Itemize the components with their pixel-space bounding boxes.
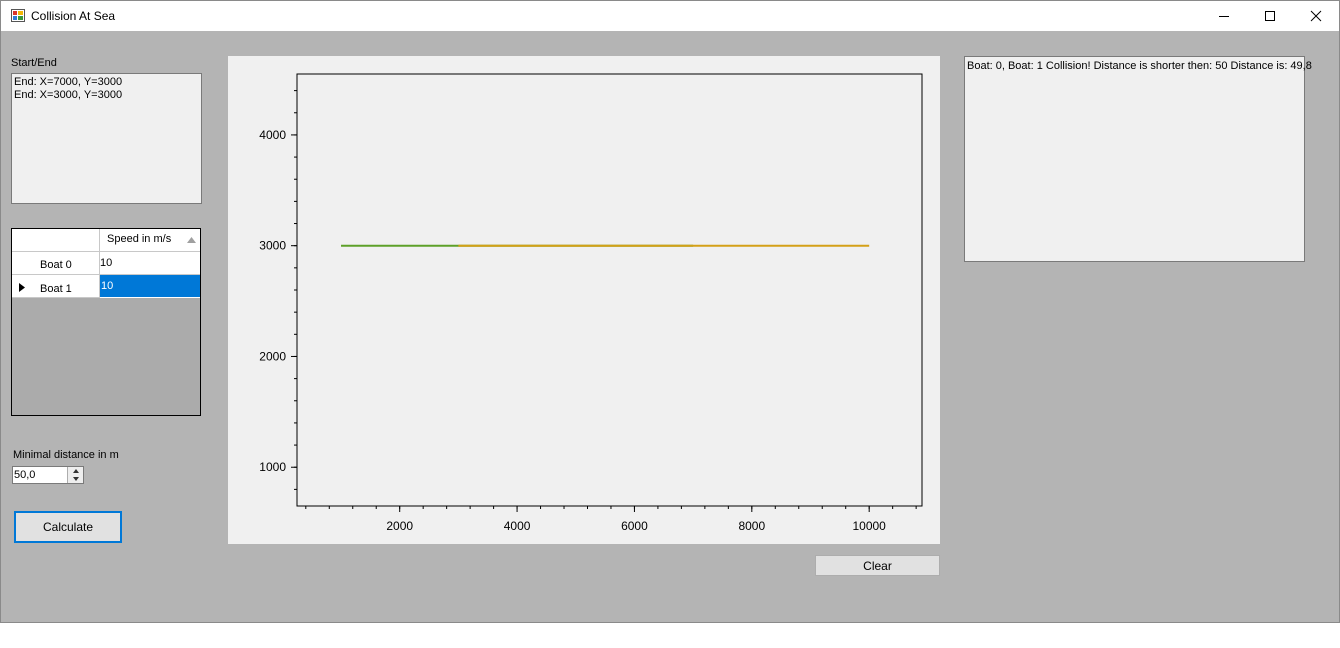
- spin-down-icon: [72, 477, 79, 481]
- main-window: Collision At Sea Start/End End: X=7000, …: [0, 0, 1340, 623]
- plot-area: [296, 73, 923, 507]
- y-tick-label: 1000: [259, 460, 286, 474]
- close-button[interactable]: [1293, 1, 1339, 31]
- speed-column-header-label: Speed in m/s: [107, 233, 172, 245]
- start-end-textbox[interactable]: End: X=7000, Y=3000 End: X=3000, Y=3000: [11, 73, 202, 204]
- spin-up-icon: [72, 469, 79, 473]
- min-distance-value: 50,0: [14, 469, 36, 481]
- grid-corner-header[interactable]: [12, 229, 100, 252]
- minimize-button[interactable]: [1201, 1, 1247, 31]
- speed-value: 10: [100, 257, 113, 269]
- sort-ascending-icon: [187, 237, 196, 243]
- minimize-icon: [1219, 16, 1229, 17]
- collision-log-textbox[interactable]: Boat: 0, Boat: 1 Collision! Distance is …: [964, 56, 1312, 262]
- current-row-indicator-icon: [19, 283, 25, 292]
- start-end-line: End: X=3000, Y=3000: [14, 89, 123, 101]
- speed-value: 10: [101, 280, 114, 292]
- collision-chart: 2000 4000 6000 8000 10000 1000 2000 3000 4000: [259, 73, 923, 533]
- min-distance-label: Minimal distance in m: [13, 449, 119, 461]
- title-bar: Collision At Sea: [1, 1, 1339, 31]
- maximize-button[interactable]: [1247, 1, 1293, 31]
- calculate-button[interactable]: Calculate: [14, 511, 122, 543]
- grid-header-row: Speed in m/s: [12, 229, 200, 252]
- speed-cell-boat-0[interactable]: 10: [100, 252, 200, 275]
- row-header-boat-0[interactable]: Boat 0: [12, 252, 100, 275]
- x-tick-label: 4000: [504, 519, 531, 533]
- grid-row-boat-0[interactable]: Boat 0 10: [12, 252, 200, 275]
- close-icon: [1310, 10, 1322, 22]
- speed-column-header[interactable]: Speed in m/s: [100, 229, 200, 252]
- collision-log-text: Boat: 0, Boat: 1 Collision! Distance is …: [967, 60, 1312, 72]
- min-distance-numeric-up-down[interactable]: 50,0: [12, 466, 84, 484]
- y-tick-label: 4000: [259, 128, 286, 142]
- x-tick-label: 10000: [852, 519, 886, 533]
- maximize-icon: [1265, 11, 1275, 21]
- speed-cell-boat-1-selected[interactable]: 10: [100, 275, 200, 297]
- x-tick-label: 2000: [386, 519, 413, 533]
- start-end-label: Start/End: [11, 57, 57, 69]
- clear-button[interactable]: Clear: [815, 555, 940, 576]
- window-title: Collision At Sea: [31, 9, 116, 23]
- start-end-line: End: X=7000, Y=3000: [14, 76, 123, 88]
- x-tick-label: 8000: [738, 519, 765, 533]
- boat-name: Boat 0: [40, 259, 72, 271]
- row-header-boat-1[interactable]: Boat 1: [12, 275, 100, 298]
- boat-name: Boat 1: [40, 283, 72, 295]
- app-form-icon: [11, 9, 25, 22]
- chart-panel: 2000 4000 6000 8000 10000 1000 2000 3000 4000: [228, 56, 940, 544]
- grid-row-boat-1[interactable]: Boat 1 10: [12, 275, 200, 298]
- y-tick-label: 3000: [259, 239, 286, 253]
- spin-down-button[interactable]: [67, 475, 83, 483]
- speed-grid[interactable]: Speed in m/s Boat 0 10 Boat 1 10: [11, 228, 201, 416]
- x-tick-label: 6000: [621, 519, 648, 533]
- y-tick-label: 2000: [259, 349, 286, 363]
